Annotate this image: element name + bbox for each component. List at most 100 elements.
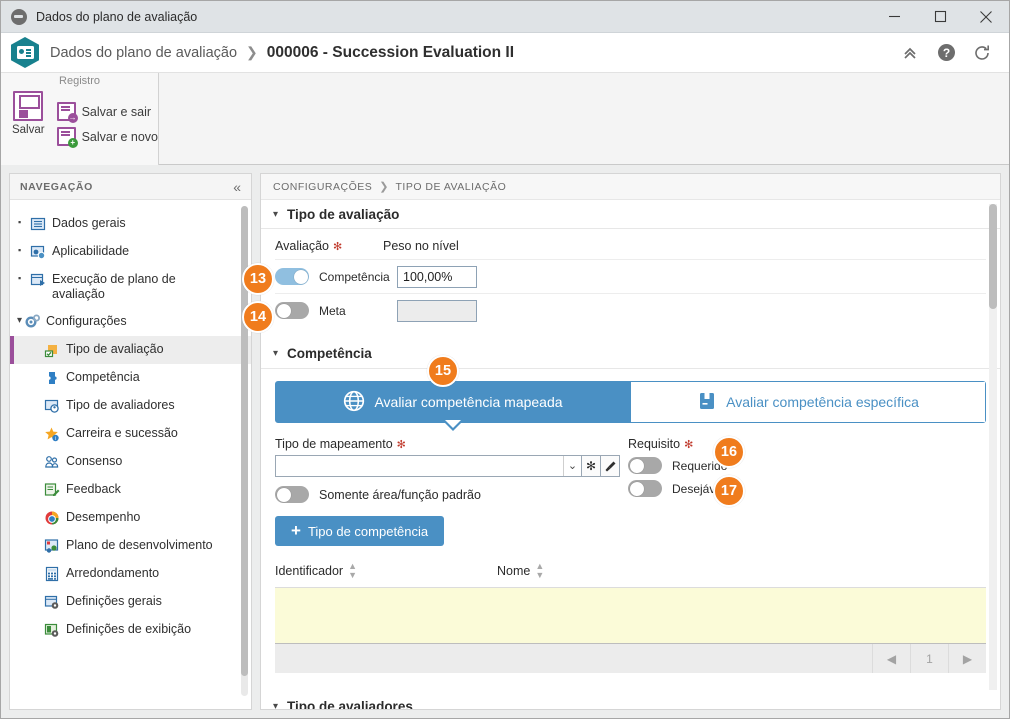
- asterisk-icon[interactable]: ✻: [582, 455, 601, 477]
- sidebar-item-consenso[interactable]: Consenso: [10, 448, 251, 476]
- breadcrumb: CONFIGURAÇÕES ❯ TIPO DE AVALIAÇÃO: [261, 174, 1000, 200]
- collapse-chevron-icon[interactable]: [895, 38, 925, 68]
- section-title: Tipo de avaliação: [287, 207, 400, 222]
- section-title: Competência: [287, 346, 372, 361]
- tab-avaliar-competencia-especifica[interactable]: Avaliar competência específica: [630, 382, 985, 422]
- sort-icon[interactable]: ▲ ▼: [348, 562, 357, 580]
- calculator-icon: [44, 566, 60, 582]
- toggle-somente-area-label: Somente área/função padrão: [319, 487, 481, 502]
- pagination-prev-button[interactable]: ◀: [872, 644, 910, 673]
- brush-icon[interactable]: [601, 455, 620, 477]
- evaluation-row-competencia: Competência: [275, 259, 986, 293]
- section-header-tipo-de-avaliadores[interactable]: ▾ Tipo de avaliadores: [261, 687, 1000, 710]
- breadcrumb-parent[interactable]: CONFIGURAÇÕES: [273, 181, 372, 193]
- sidebar-item-definicoes-gerais[interactable]: Definições gerais: [10, 588, 251, 616]
- save-button[interactable]: Salvar: [8, 89, 49, 165]
- sidebar-item-label: Carreira e sucessão: [66, 426, 178, 440]
- sidebar-item-arredondamento[interactable]: Arredondamento: [10, 560, 251, 588]
- maximize-button[interactable]: [917, 1, 963, 33]
- window-controls: [871, 1, 1009, 33]
- active-tab-pointer: [443, 420, 463, 431]
- minimize-button[interactable]: [871, 1, 917, 33]
- sidebar-item-configuracoes[interactable]: Configurações: [10, 308, 251, 336]
- section-title: Tipo de avaliadores: [287, 699, 413, 710]
- plus-icon: +: [291, 521, 301, 540]
- requisite-row-desejavel: Desejável: [628, 480, 986, 497]
- table-column-identificador[interactable]: Identificador ▲ ▼: [275, 562, 497, 580]
- sidebar-item-label: Feedback: [66, 482, 121, 496]
- sidebar-item-execucao-plano[interactable]: Execução de plano de avaliação: [10, 266, 251, 308]
- development-plan-icon: [44, 538, 60, 554]
- mapping-type-select[interactable]: ⌄: [275, 455, 582, 477]
- performance-icon: [44, 510, 60, 526]
- weight-input-meta[interactable]: [397, 299, 477, 322]
- toggle-desejavel[interactable]: [628, 480, 662, 497]
- callout-badge-14: 14: [242, 301, 274, 333]
- pagination-page-number[interactable]: 1: [910, 644, 948, 673]
- table-column-nome[interactable]: Nome ▲ ▼: [497, 562, 544, 580]
- sidebar-item-plano-de-desenvolvimento[interactable]: Plano de desenvolvimento: [10, 532, 251, 560]
- ribbon-group-title: Registro: [59, 75, 100, 87]
- table-column-label: Nome: [497, 564, 531, 578]
- header-module-name[interactable]: Dados do plano de avaliação: [50, 45, 237, 61]
- sidebar-item-dados-gerais[interactable]: Dados gerais: [10, 210, 251, 238]
- header-record-name: 000006 - Succession Evaluation II: [266, 43, 515, 61]
- evaluators-icon: [44, 398, 60, 414]
- sidebar-item-tipo-de-avaliacao[interactable]: Tipo de avaliação: [10, 336, 251, 364]
- sidebar-item-label: Tipo de avaliadores: [66, 398, 175, 412]
- requisite-row-requerido: Requerido: [628, 457, 986, 474]
- gear-icon: [24, 314, 40, 330]
- sidebar-item-carreira-e-sucessao[interactable]: i Carreira e sucessão: [10, 420, 251, 448]
- content-scrollbar[interactable]: [989, 204, 997, 690]
- refresh-icon[interactable]: [967, 38, 997, 68]
- main-body: NAVEGAÇÃO « Dados gerais Aplicabilidade: [1, 165, 1009, 718]
- section-header-competencia[interactable]: ▾ Competência: [261, 337, 1000, 369]
- display-settings-icon: [44, 622, 60, 638]
- competency-tabs: Avaliar competência mapeada Avaliar comp…: [275, 381, 986, 431]
- help-icon[interactable]: ?: [931, 38, 961, 68]
- weight-input-competencia[interactable]: [397, 265, 477, 288]
- chevron-down-icon[interactable]: ▾: [273, 701, 278, 709]
- content-scrollbar-thumb[interactable]: [989, 204, 997, 309]
- add-tipo-de-competencia-button[interactable]: + Tipo de competência: [275, 516, 445, 546]
- section-header-tipo-de-avaliacao[interactable]: ▾ Tipo de avaliação: [261, 200, 1000, 229]
- column-header-avaliacao-label: Avaliação: [275, 239, 329, 253]
- pagination-next-button[interactable]: ▶: [948, 644, 986, 673]
- save-and-new-button[interactable]: + Salvar e novo: [56, 127, 158, 148]
- sidebar-item-label: Dados gerais: [52, 216, 126, 230]
- close-button[interactable]: [963, 1, 1009, 33]
- tab-avaliar-competencia-mapeada[interactable]: Avaliar competência mapeada: [276, 382, 630, 431]
- back-circle-icon: [11, 8, 27, 25]
- tab-label: Avaliar competência mapeada: [374, 394, 563, 410]
- sidebar-item-aplicabilidade[interactable]: Aplicabilidade: [10, 238, 251, 266]
- toggle-competencia[interactable]: [275, 268, 309, 285]
- toggle-competencia-label: Competência: [319, 269, 390, 284]
- callout-badge-16: 16: [713, 436, 745, 468]
- table-pagination: ◀ 1 ▶: [275, 643, 986, 673]
- sidebar-item-tipo-de-avaliadores[interactable]: Tipo de avaliadores: [10, 392, 251, 420]
- breadcrumb-current: TIPO DE AVALIAÇÃO: [395, 180, 507, 193]
- ribbon-toolbar: Registro Salvar → Salvar e sair + Salvar…: [1, 73, 1009, 165]
- chevron-down-icon[interactable]: ▾: [273, 209, 278, 220]
- toggle-requerido[interactable]: [628, 457, 662, 474]
- navigation-list: Dados gerais Aplicabilidade Execução de …: [10, 200, 251, 709]
- globe-icon: [343, 390, 365, 415]
- sidebar-item-feedback[interactable]: Feedback: [10, 476, 251, 504]
- callout-badge-17: 17: [713, 475, 745, 507]
- svg-text:i: i: [55, 436, 56, 442]
- sidebar-item-competencia[interactable]: Competência: [10, 364, 251, 392]
- sidebar-item-desempenho[interactable]: Desempenho: [10, 504, 251, 532]
- toggle-somente-area-funcao-padrao[interactable]: [275, 486, 309, 503]
- save-and-exit-button[interactable]: → Salvar e sair: [56, 102, 158, 123]
- sort-icon[interactable]: ▲ ▼: [535, 562, 544, 580]
- sidebar-collapse-button[interactable]: «: [233, 179, 241, 195]
- chevron-down-icon[interactable]: ⌄: [563, 456, 581, 476]
- ribbon-group-registro: Registro Salvar → Salvar e sair + Salvar…: [1, 73, 159, 165]
- chevron-down-icon[interactable]: ▾: [273, 348, 278, 359]
- sidebar-item-definicoes-de-exibicao[interactable]: Definições de exibição: [10, 616, 251, 644]
- evaluation-type-icon: [44, 342, 60, 358]
- sidebar-item-label: Execução de plano de avaliação: [52, 272, 176, 301]
- save-exit-icon: →: [56, 102, 78, 123]
- save-and-new-label: Salvar e novo: [81, 129, 158, 144]
- toggle-meta[interactable]: [275, 302, 309, 319]
